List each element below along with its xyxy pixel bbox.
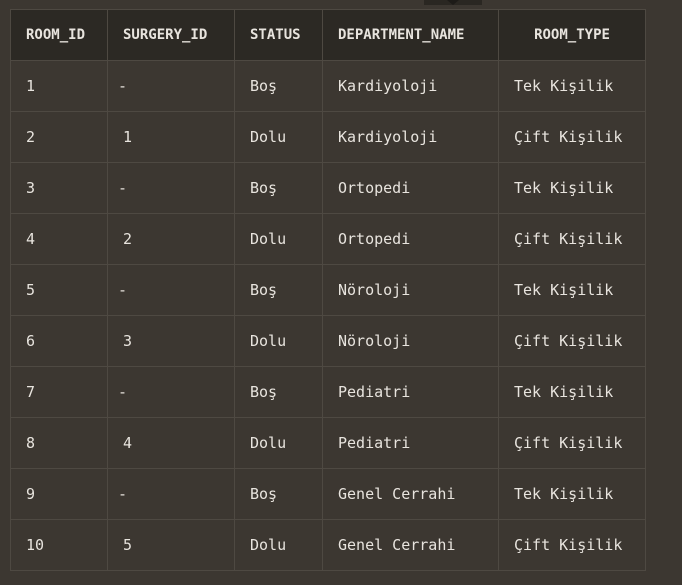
cell-room-type[interactable]: Tek Kişilik — [498, 162, 646, 214]
cell-status[interactable]: Dolu — [234, 111, 323, 163]
cell-department-name[interactable]: Pediatri — [322, 366, 499, 418]
table-row[interactable]: 4 2 Dolu Ortopedi Çift Kişilik — [10, 213, 646, 265]
cell-department-name[interactable]: Genel Cerrahi — [322, 468, 499, 520]
table-row[interactable]: 5- Boş Nöroloji Tek Kişilik — [10, 264, 646, 316]
cell-department-name[interactable]: Genel Cerrahi — [322, 519, 499, 571]
cell-status[interactable]: Dolu — [234, 213, 323, 265]
table-row[interactable]: 2 1 Dolu Kardiyoloji Çift Kişilik — [10, 111, 646, 163]
cell-status[interactable]: Boş — [234, 60, 323, 112]
cell-department-name[interactable]: Nöroloji — [322, 264, 499, 316]
cell-room-id[interactable]: 4 — [10, 213, 108, 265]
cell-status[interactable]: Boş — [234, 162, 323, 214]
cell-room-id[interactable]: 10 — [10, 519, 108, 571]
column-header-room-type[interactable]: ROOM_TYPE — [498, 9, 646, 61]
cell-room-type[interactable]: Tek Kişilik — [498, 60, 646, 112]
table-body: 1- Boş Kardiyoloji Tek Kişilik 2 1 Dolu Kardiyo… — [10, 60, 646, 571]
table-row[interactable]: 10 5 Dolu Genel Cerrahi Çift Kişilik — [10, 519, 646, 571]
cell-department-name[interactable]: Kardiyoloji — [322, 60, 499, 112]
cell-room-id[interactable]: 2 — [10, 111, 108, 163]
top-toolbar-handle[interactable] — [424, 0, 482, 5]
cell-room-type[interactable]: Tek Kişilik — [498, 366, 646, 418]
table-row[interactable]: 8 4 Dolu Pediatri Çift Kişilik — [10, 417, 646, 469]
cell-surgery-id[interactable]: - — [107, 264, 235, 316]
cell-room-id[interactable]: 5 — [10, 264, 108, 316]
cell-room-id[interactable]: 3 — [10, 162, 108, 214]
results-table: ROOM_ID SURGERY_ID STATUS DEPARTMENT_NAM… — [10, 9, 646, 571]
cell-department-name[interactable]: Kardiyoloji — [322, 111, 499, 163]
cell-department-name[interactable]: Ortopedi — [322, 162, 499, 214]
cell-room-id[interactable]: 6 — [10, 315, 108, 367]
cell-room-id[interactable]: 8 — [10, 417, 108, 469]
cell-status[interactable]: Dolu — [234, 417, 323, 469]
cell-surgery-id[interactable]: 1 — [107, 111, 235, 163]
cell-room-type[interactable]: Çift Kişilik — [498, 111, 646, 163]
cell-status[interactable]: Dolu — [234, 519, 323, 571]
table-row[interactable]: 1- Boş Kardiyoloji Tek Kişilik — [10, 60, 646, 112]
cell-room-id[interactable]: 9 — [10, 468, 108, 520]
table-row[interactable]: 7- Boş Pediatri Tek Kişilik — [10, 366, 646, 418]
cell-status[interactable]: Dolu — [234, 315, 323, 367]
column-header-status[interactable]: STATUS — [234, 9, 323, 61]
table-row[interactable]: 6 3 Dolu Nöroloji Çift Kişilik — [10, 315, 646, 367]
cell-department-name[interactable]: Ortopedi — [322, 213, 499, 265]
cell-surgery-id[interactable]: 5 — [107, 519, 235, 571]
cell-surgery-id[interactable]: - — [107, 468, 235, 520]
cell-room-id[interactable]: 7 — [10, 366, 108, 418]
column-header-department-name[interactable]: DEPARTMENT_NAME — [322, 9, 499, 61]
cell-surgery-id[interactable]: 3 — [107, 315, 235, 367]
table-header-row: ROOM_ID SURGERY_ID STATUS DEPARTMENT_NAM… — [10, 9, 646, 61]
cell-room-type[interactable]: Çift Kişilik — [498, 315, 646, 367]
cell-room-type[interactable]: Çift Kişilik — [498, 213, 646, 265]
cell-room-type[interactable]: Tek Kişilik — [498, 468, 646, 520]
cell-surgery-id[interactable]: - — [107, 162, 235, 214]
cell-room-type[interactable]: Çift Kişilik — [498, 417, 646, 469]
cell-surgery-id[interactable]: - — [107, 60, 235, 112]
cell-status[interactable]: Boş — [234, 366, 323, 418]
cell-status[interactable]: Boş — [234, 468, 323, 520]
cell-surgery-id[interactable]: - — [107, 366, 235, 418]
cell-department-name[interactable]: Pediatri — [322, 417, 499, 469]
cell-room-type[interactable]: Çift Kişilik — [498, 519, 646, 571]
cell-surgery-id[interactable]: 2 — [107, 213, 235, 265]
cell-department-name[interactable]: Nöroloji — [322, 315, 499, 367]
cell-room-type[interactable]: Tek Kişilik — [498, 264, 646, 316]
cell-room-id[interactable]: 1 — [10, 60, 108, 112]
cell-surgery-id[interactable]: 4 — [107, 417, 235, 469]
results-table-container: ROOM_ID SURGERY_ID STATUS DEPARTMENT_NAM… — [10, 9, 646, 571]
table-row[interactable]: 3- Boş Ortopedi Tek Kişilik — [10, 162, 646, 214]
column-header-surgery-id[interactable]: SURGERY_ID — [107, 9, 235, 61]
column-header-room-id[interactable]: ROOM_ID — [10, 9, 108, 61]
table-row[interactable]: 9- Boş Genel Cerrahi Tek Kişilik — [10, 468, 646, 520]
cell-status[interactable]: Boş — [234, 264, 323, 316]
